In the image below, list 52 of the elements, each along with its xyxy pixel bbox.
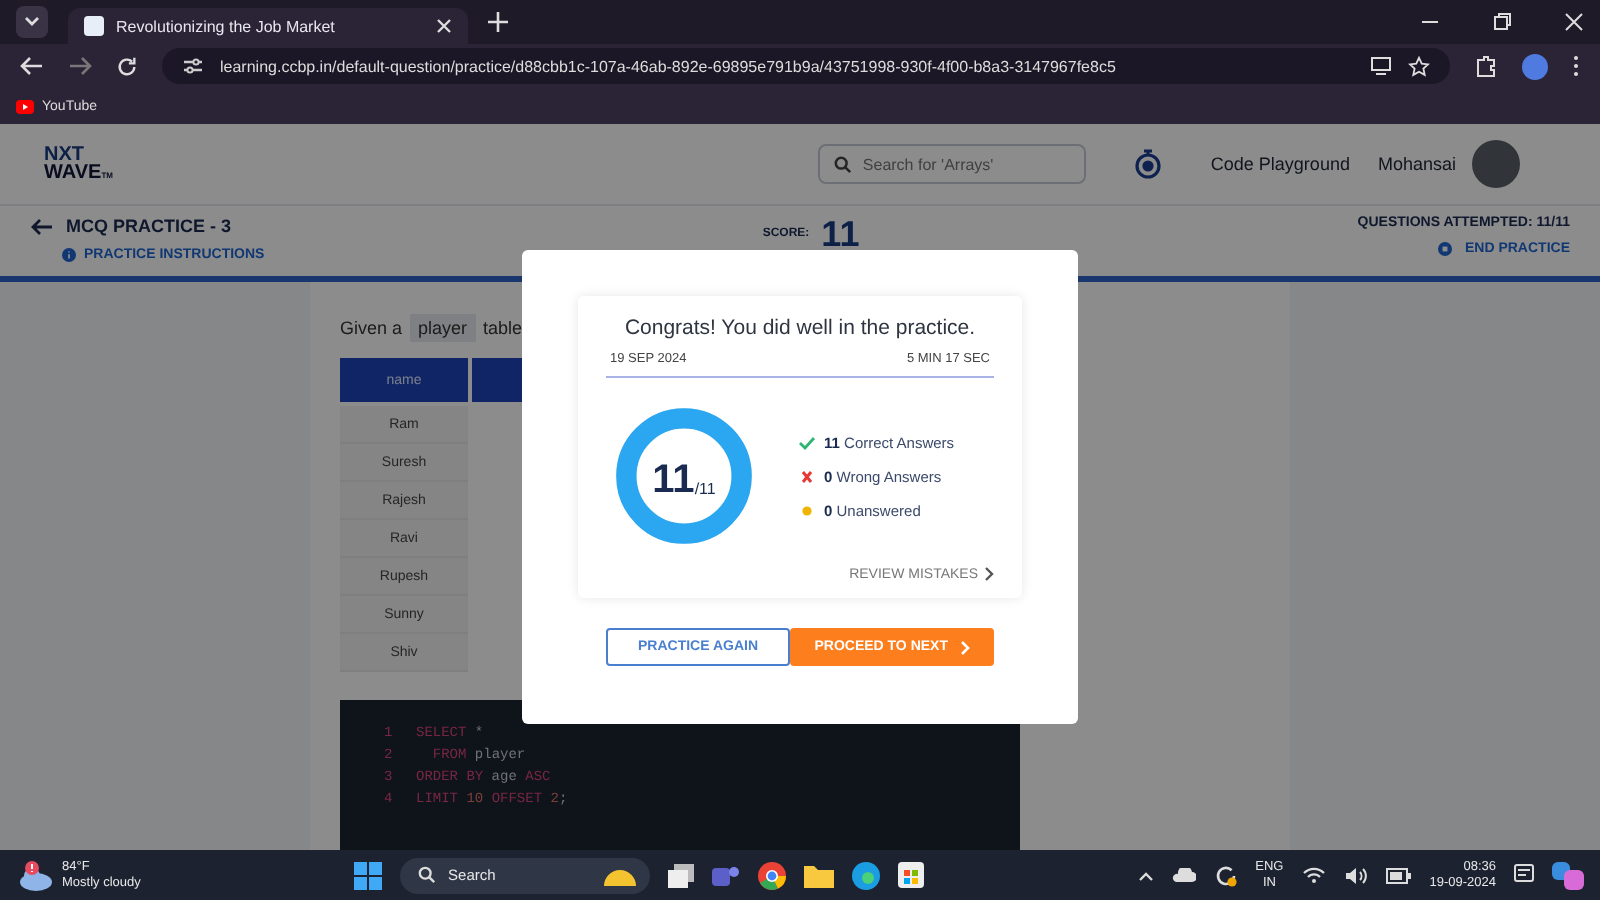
profile-avatar[interactable]: [1522, 53, 1548, 79]
back-arrow-icon[interactable]: [30, 217, 54, 235]
chevron-up-icon[interactable]: [1137, 869, 1154, 881]
result-message: Congrats! You did well in the practice.: [622, 316, 978, 340]
folder-icon[interactable]: [804, 863, 835, 887]
score-value: 11: [821, 216, 860, 252]
puzzle-icon[interactable]: [1474, 54, 1498, 78]
tab-menu-button[interactable]: [16, 6, 48, 38]
chevron-right-icon: [984, 566, 994, 582]
chrome-icon[interactable]: [758, 861, 787, 889]
search-icon: [418, 866, 437, 884]
task-view-icon[interactable]: [668, 863, 695, 887]
notification-icon[interactable]: [1514, 864, 1534, 886]
address-bar[interactable]: learning.ccbp.in/default-question/practice/d88cbb1c-107a-46ab-892e-69895e791b9a/43751998-930f-4f00-b8a3-3147967fe8c5: [162, 48, 1450, 84]
speaker-icon[interactable]: [1343, 865, 1368, 885]
info-icon: [62, 248, 76, 262]
practice-title: MCQ PRACTICE - 3: [66, 216, 232, 236]
search-field[interactable]: Search for 'Arrays': [818, 144, 1087, 184]
new-tab-icon[interactable]: [488, 12, 508, 32]
cloud-icon[interactable]: [1171, 867, 1196, 883]
chevron-down-icon: [24, 16, 40, 28]
search-icon: [834, 156, 853, 174]
windows-logo-icon[interactable]: [354, 861, 383, 889]
close-window-icon[interactable]: [1564, 12, 1584, 32]
cross-icon: [798, 469, 816, 483]
reload-icon[interactable]: [116, 55, 138, 77]
question-text: Given a: [340, 318, 403, 338]
check-icon: [798, 435, 816, 449]
avatar[interactable]: [1472, 140, 1520, 188]
code-playground-link[interactable]: Code Playground: [1210, 154, 1350, 174]
cloud-icon: [16, 859, 56, 891]
dot-icon: [798, 503, 816, 517]
install-app-icon[interactable]: [1370, 56, 1392, 76]
user-name[interactable]: Mohansai: [1377, 154, 1456, 174]
forward-icon[interactable]: [68, 56, 92, 76]
wifi-icon[interactable]: [1301, 866, 1326, 884]
close-icon[interactable]: [436, 18, 452, 34]
stop-icon: [1438, 242, 1453, 256]
chevron-right-icon: [960, 639, 970, 655]
back-icon[interactable]: [20, 56, 44, 76]
question-text: table: [483, 318, 523, 338]
star-icon[interactable]: [1408, 55, 1430, 77]
stopwatch-icon[interactable]: [1134, 148, 1163, 180]
browser-tab[interactable]: Revolutionizing the Job Market: [68, 8, 468, 44]
more-icon[interactable]: [1572, 54, 1580, 78]
play-logo-icon: [16, 99, 34, 113]
battery-icon[interactable]: [1385, 867, 1412, 883]
inline-code: player: [410, 314, 476, 342]
site-favicon-icon: [84, 16, 104, 36]
store-icon[interactable]: [898, 862, 925, 888]
restore-icon[interactable]: [1492, 12, 1512, 32]
site-settings-icon[interactable]: [182, 56, 204, 76]
